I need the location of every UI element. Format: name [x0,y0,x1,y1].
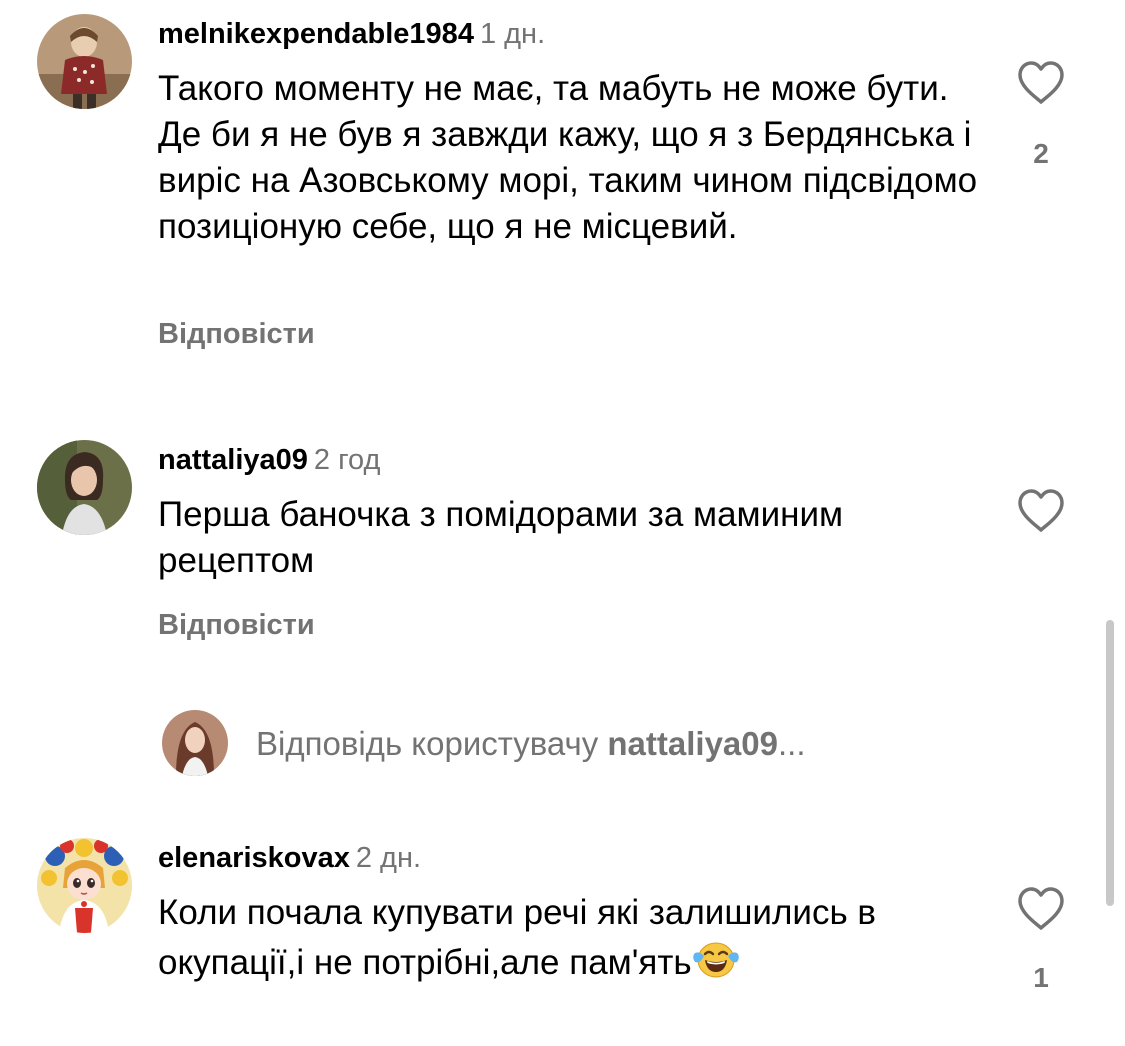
avatar[interactable] [37,14,132,109]
like-count: 1 [1033,962,1049,993]
username[interactable]: nattaliya09 [158,444,308,476]
scrollbar[interactable] [1106,620,1114,906]
comment-text: Коли почала купувати речі які залишились… [158,890,978,992]
timestamp: 2 дн. [355,842,422,874]
reply-to-user-prompt[interactable]: Відповідь користувачу nattaliya09... [160,710,980,776]
username[interactable]: melnikexpendable1984 [158,18,474,50]
heart-outline-icon[interactable] [1016,60,1066,106]
heart-outline-icon[interactable] [1016,488,1066,534]
comment-header: melnikexpendable1984 1 дн. [158,16,545,52]
reply-button[interactable]: Відповісти [158,316,315,352]
avatar[interactable] [37,440,132,535]
reply-button[interactable]: Відповісти [158,607,315,643]
face-with-tears-of-joy-icon [692,936,740,992]
comment-text: Такого моменту не має, та мабуть не може… [158,69,978,246]
comment-text: Перша баночка з помідорами за маминим ре… [158,495,844,580]
avatar [162,710,228,776]
comment-header: nattaliya09 2 год [158,442,380,478]
username[interactable]: elenariskovax [158,842,350,874]
avatar[interactable] [37,838,132,933]
timestamp: 1 дн. [479,18,546,50]
comment-header: elenariskovax 2 дн. [158,840,421,876]
reply-prompt-text[interactable]: Відповідь користувачу nattaliya09... [256,724,806,764]
heart-outline-icon[interactable] [1016,886,1066,932]
like-count: 2 [1033,138,1049,169]
timestamp: 2 год [313,444,381,476]
